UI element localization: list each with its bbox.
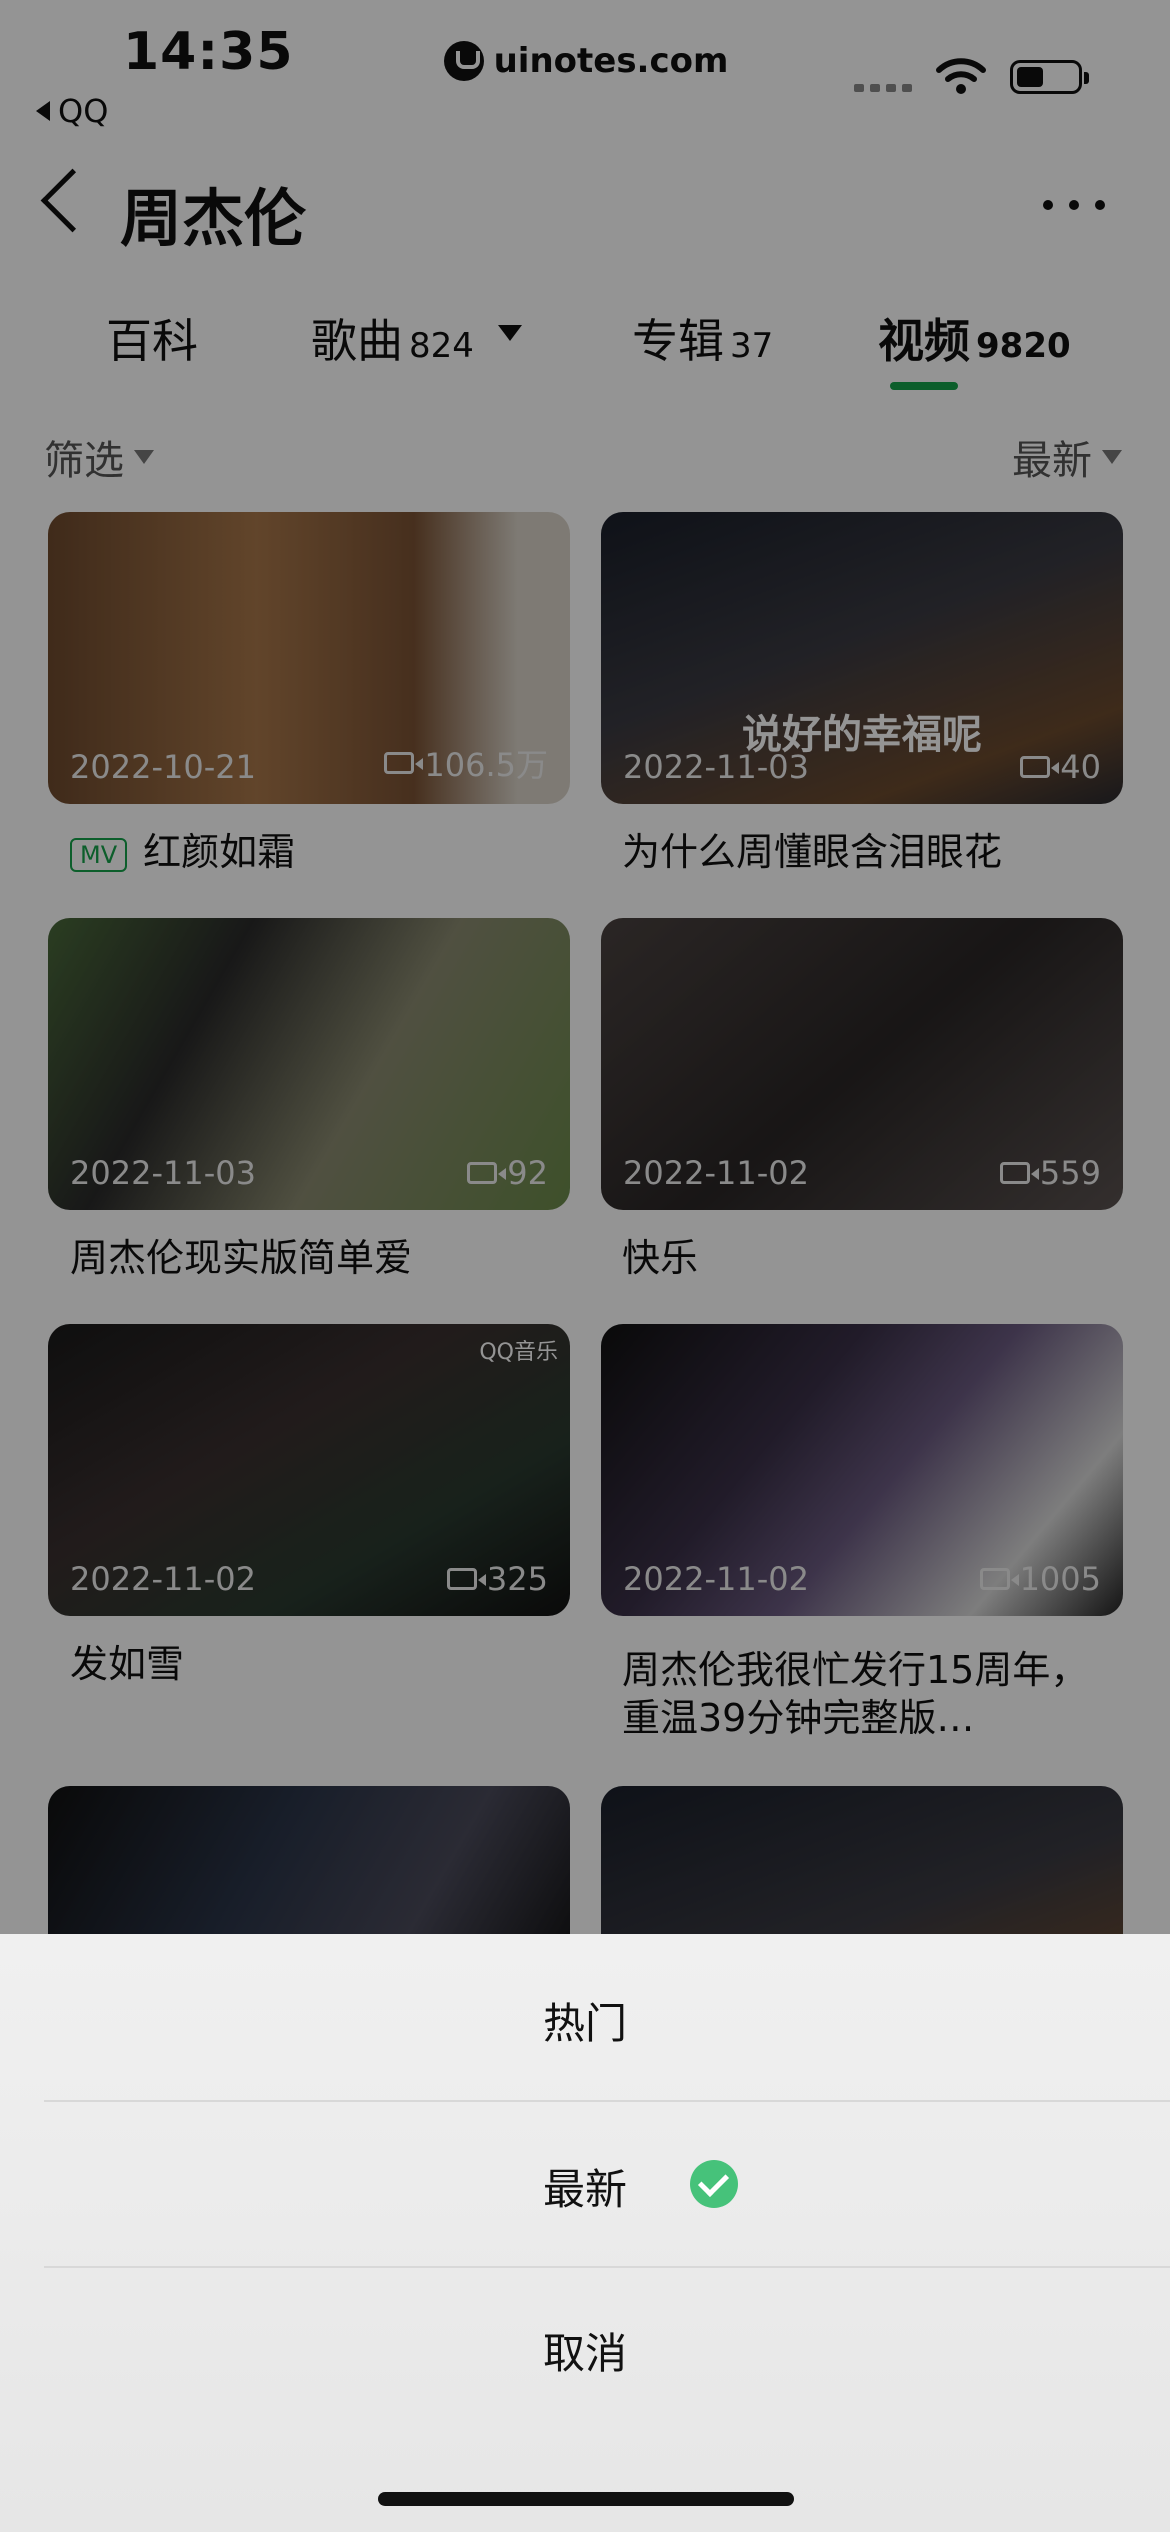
selected-check-icon [690, 2160, 738, 2208]
sort-option-hot[interactable]: 热门 [0, 1990, 1170, 2051]
cancel-button[interactable]: 取消 [0, 2320, 1170, 2381]
divider [44, 2266, 1170, 2268]
sort-option-newest[interactable]: 最新 [0, 2156, 1170, 2217]
divider [44, 2100, 1170, 2102]
home-indicator [378, 2492, 794, 2506]
